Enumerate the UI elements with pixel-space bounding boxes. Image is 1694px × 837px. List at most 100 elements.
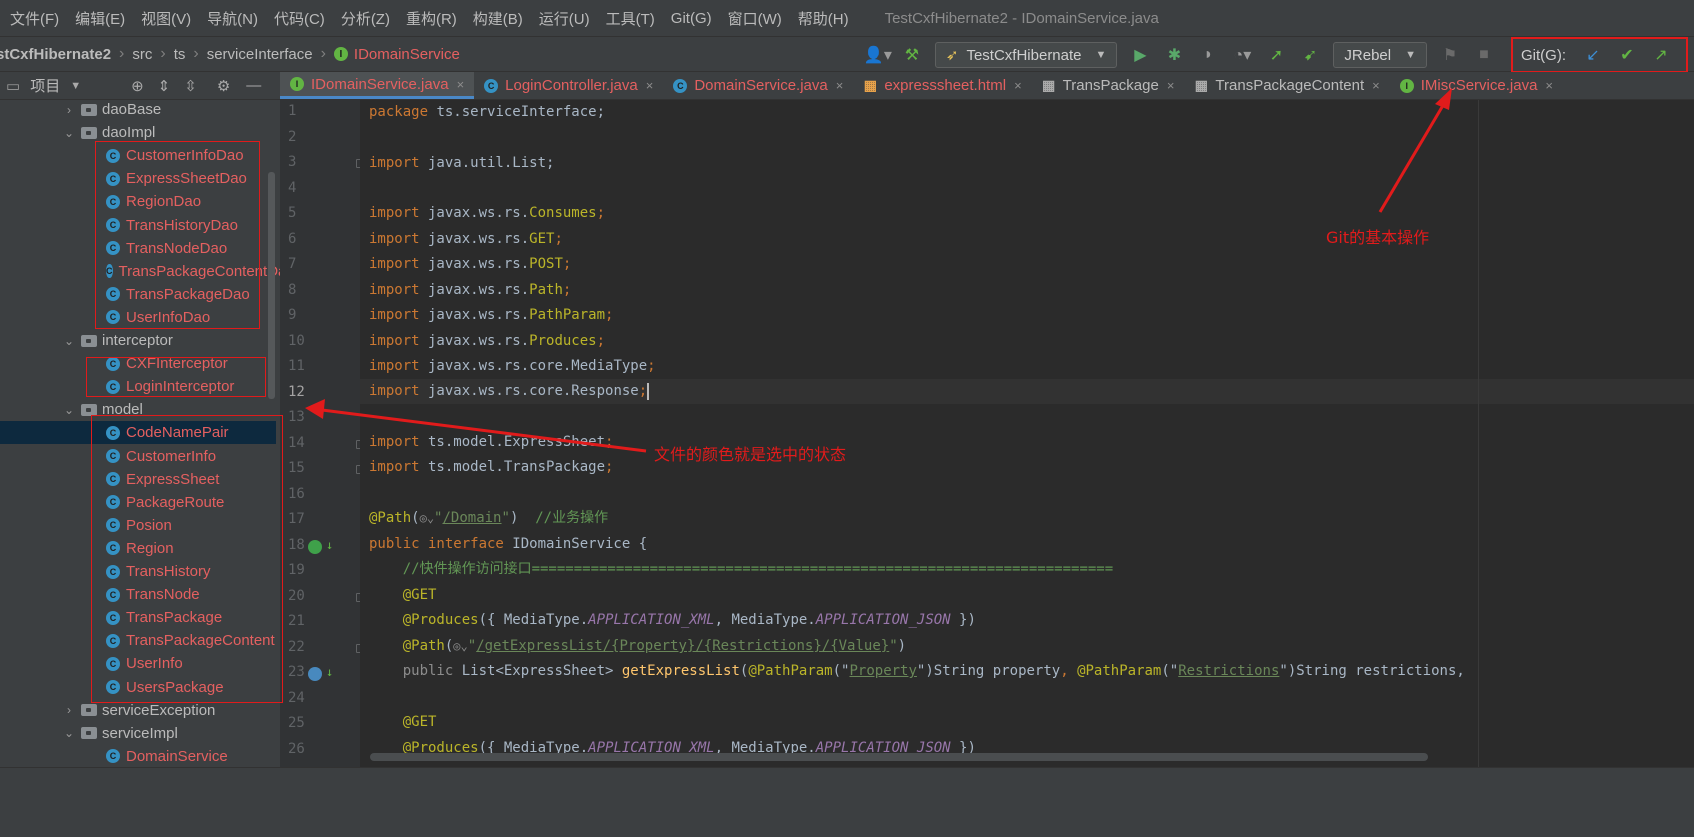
coverage-icon[interactable]: ◗	[1194, 41, 1222, 69]
editor-tab[interactable]: ▦ TransPackageContent ×	[1184, 72, 1389, 99]
breadcrumb-project[interactable]: stCxfHibernate2	[0, 46, 111, 63]
breadcrumb-file[interactable]: I IDomainService	[333, 46, 460, 63]
debug-icon[interactable]: ✱	[1160, 41, 1188, 69]
editor-tab[interactable]: I IMiscService.java ×	[1390, 72, 1563, 99]
breadcrumb-separator: ›	[193, 45, 199, 62]
breadcrumb-src[interactable]: src	[132, 46, 152, 63]
menu-item[interactable]: 运行(U)	[539, 8, 590, 29]
editor-tab[interactable]: C LoginController.java ×	[474, 72, 663, 99]
chevron-down-icon[interactable]: ⌄	[62, 126, 76, 140]
menu-item[interactable]: 视图(V)	[141, 8, 191, 29]
gear-icon[interactable]: ⚙	[217, 77, 230, 95]
line-number: 1	[288, 103, 297, 119]
close-icon[interactable]: ×	[646, 78, 654, 93]
code-line-3: import java.util.List;	[369, 155, 555, 171]
jrebel-run-icon[interactable]: ➚	[1262, 41, 1290, 69]
menu-item[interactable]: 重构(R)	[406, 8, 457, 29]
menu-item[interactable]: 工具(T)	[606, 8, 655, 29]
hide-icon[interactable]: —	[246, 77, 261, 94]
file-color-annotation-note: 文件的颜色就是选中的状态	[654, 445, 847, 464]
menu-bar: 文件(F) 编辑(E) 视图(V) 导航(N) 代码(C) 分析(Z) 重构(R) 构建(B)…	[0, 0, 1694, 36]
package-folder-icon	[81, 704, 97, 717]
menu-item[interactable]: 导航(N)	[207, 8, 258, 29]
breadcrumb-ts[interactable]: ts	[174, 46, 186, 63]
class-icon: C	[673, 78, 688, 93]
globe-icon[interactable]: ◎⌄	[420, 511, 434, 525]
editor-tab-label: IDomainService.java	[311, 75, 449, 93]
run-icon[interactable]: ▶	[1126, 41, 1154, 69]
build-hammer-icon[interactable]: ⚒	[898, 41, 926, 69]
editor-tab[interactable]: ▦ expresssheet.html ×	[853, 72, 1031, 99]
implementations-icon[interactable]: ↓	[326, 665, 333, 679]
globe-icon[interactable]: ◎⌄	[453, 639, 467, 653]
close-icon[interactable]: ×	[836, 78, 844, 93]
chevron-down-icon[interactable]: ⌄	[62, 334, 76, 348]
stop-icon[interactable]: ■	[1470, 41, 1498, 69]
menu-item[interactable]: 帮助(H)	[798, 8, 849, 29]
git-update-icon[interactable]: ↙	[1579, 41, 1607, 69]
implementations-icon[interactable]: ↓	[326, 538, 333, 552]
tree-class-label: DomainService	[126, 747, 228, 765]
code-line-20: @GET	[369, 587, 437, 603]
git-push-icon[interactable]: ↗	[1647, 41, 1675, 69]
project-view-icon: ▭	[6, 77, 21, 95]
horizontal-scrollbar[interactable]	[370, 753, 1428, 761]
chevron-down-icon[interactable]: ⌄	[62, 726, 76, 740]
jrebel-select[interactable]: JRebel ▼	[1333, 42, 1427, 68]
code-line-17: @Path(◎⌄"/Domain") //业务操作	[369, 510, 609, 526]
user-icon[interactable]: 👤▾	[864, 41, 892, 69]
menu-item[interactable]: 编辑(E)	[75, 8, 125, 29]
code-line-9: import javax.ws.rs.PathParam;	[369, 307, 614, 323]
run-configuration-select[interactable]: ➶ TestCxfHibernate ▼	[934, 42, 1118, 68]
line-number: 16	[288, 485, 305, 502]
git-commit-icon[interactable]: ✔	[1613, 41, 1641, 69]
code-line-11: import javax.ws.rs.core.MediaType;	[369, 358, 656, 374]
navigation-bar: stCxfHibernate2 › src › ts › serviceInte…	[0, 36, 1694, 73]
editor-gutter: 1 2 3 4 5 6 7 8 9 10 11 12 13 14 15 16 17 18 19 20 21 22 23 24 2…	[280, 100, 365, 767]
menu-item[interactable]: 代码(C)	[274, 8, 325, 29]
chevron-down-icon[interactable]: ⌄	[62, 403, 76, 417]
editor-tab[interactable]: ▦ TransPackage ×	[1032, 72, 1185, 99]
collapse-all-icon[interactable]: ⇳	[184, 77, 197, 95]
chevron-right-icon[interactable]: ›	[62, 703, 76, 717]
expand-all-icon[interactable]: ⇕	[158, 77, 171, 95]
git-label: Git(G):	[1521, 46, 1566, 64]
main-toolbar: 👤▾ ⚒ ➶ TestCxfHibernate ▼ ▶ ✱ ◗ ◔▾ ➚ ➹ J…	[861, 37, 1694, 73]
editor-tab[interactable]: I IDomainService.java ×	[280, 72, 475, 99]
spring-bean-icon[interactable]	[308, 539, 322, 554]
web-endpoint-icon[interactable]	[308, 667, 322, 681]
project-title[interactable]: 项目	[30, 75, 60, 96]
jrebel-debug-icon[interactable]: ➹	[1296, 41, 1324, 69]
close-icon[interactable]: ×	[1372, 78, 1380, 93]
close-icon[interactable]: ×	[1167, 78, 1175, 93]
close-icon[interactable]: ×	[457, 77, 465, 92]
project-scrollbar[interactable]	[268, 172, 275, 399]
code-editor[interactable]: package ts.serviceInterface; import java…	[360, 100, 1694, 767]
class-icon: C	[484, 78, 499, 93]
locate-icon[interactable]: ⊕	[131, 77, 144, 95]
editor-tab[interactable]: C DomainService.java ×	[663, 72, 853, 99]
line-number: 13	[288, 409, 305, 425]
tree-folder[interactable]: ⌄ interceptor	[0, 329, 280, 352]
menu-item[interactable]: 分析(Z)	[341, 8, 390, 29]
breadcrumb-package[interactable]: serviceInterface	[207, 46, 313, 63]
tree-class[interactable]: C DomainService	[0, 745, 280, 767]
editor-tab-label: LoginController.java	[505, 77, 638, 94]
close-icon[interactable]: ×	[1014, 78, 1022, 93]
annotation-box-model	[91, 415, 283, 703]
chevron-down-icon[interactable]: ▼	[70, 80, 81, 92]
menu-item[interactable]: Git(G)	[671, 10, 712, 27]
line-number: 11	[288, 358, 305, 374]
line-number: 2	[288, 128, 297, 145]
chevron-right-icon[interactable]: ›	[62, 103, 76, 117]
tree-folder-label: serviceImpl	[102, 724, 178, 742]
menu-item[interactable]: 窗口(W)	[728, 8, 782, 29]
close-icon[interactable]: ×	[1545, 78, 1553, 93]
attach-icon[interactable]: ⚑	[1436, 41, 1464, 69]
tree-folder[interactable]: ⌄ serviceImpl	[0, 722, 280, 745]
menu-item[interactable]: 文件(F)	[10, 8, 59, 29]
profile-icon[interactable]: ◔▾	[1228, 41, 1256, 69]
editor-tab-label: expresssheet.html	[884, 77, 1007, 94]
menu-item[interactable]: 构建(B)	[473, 8, 523, 29]
tree-folder[interactable]: › daoBase	[0, 100, 280, 121]
